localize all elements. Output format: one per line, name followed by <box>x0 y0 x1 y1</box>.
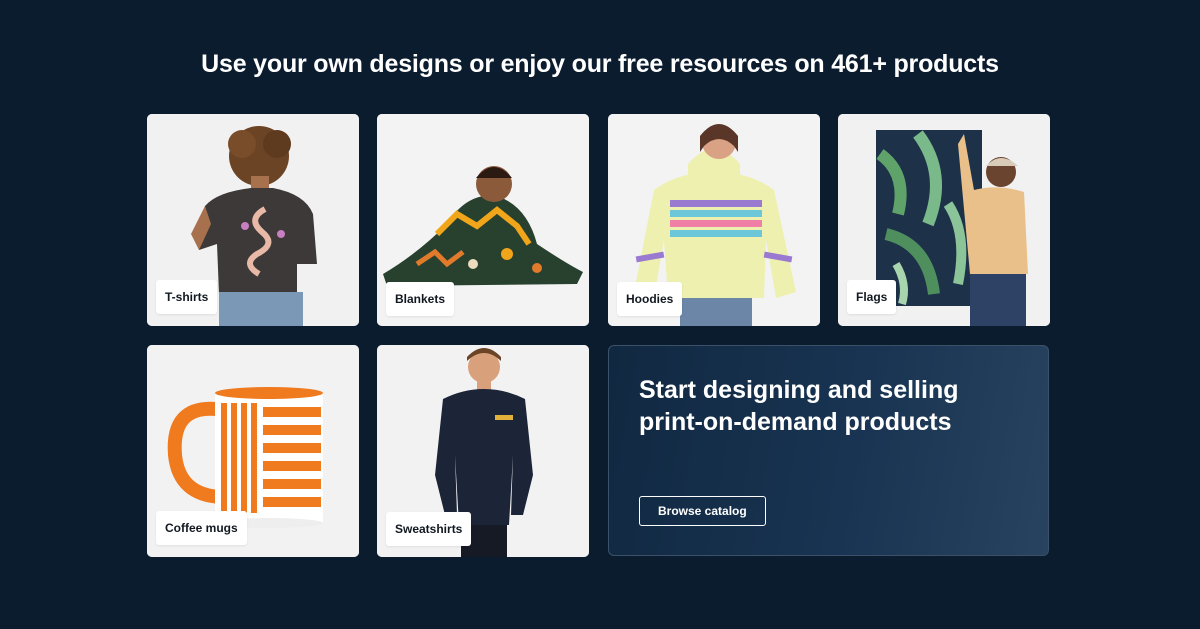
product-label: Blankets <box>386 282 455 316</box>
product-label: Sweatshirts <box>386 512 472 546</box>
promo-panel: Start designing and selling print-on-dem… <box>608 345 1049 556</box>
promo-title: Start designing and selling print-on-dem… <box>639 376 959 436</box>
product-label: T-shirts <box>156 280 218 314</box>
product-label: Flags <box>847 280 897 314</box>
product-card-hoodies[interactable]: Hoodies <box>608 114 820 326</box>
product-card-sweatshirts[interactable]: Sweatshirts <box>377 345 589 557</box>
product-card-tshirts[interactable]: T-shirts <box>147 114 359 326</box>
product-card-flags[interactable]: Flags <box>838 114 1050 326</box>
product-card-blankets[interactable]: Blankets <box>377 114 589 326</box>
browse-catalog-button[interactable]: Browse catalog <box>639 496 766 526</box>
page-headline: Use your own designs or enjoy our free r… <box>201 50 999 78</box>
product-label: Hoodies <box>617 282 683 316</box>
product-label: Coffee mugs <box>156 511 247 545</box>
product-card-coffee-mugs[interactable]: Coffee mugs <box>147 345 359 557</box>
